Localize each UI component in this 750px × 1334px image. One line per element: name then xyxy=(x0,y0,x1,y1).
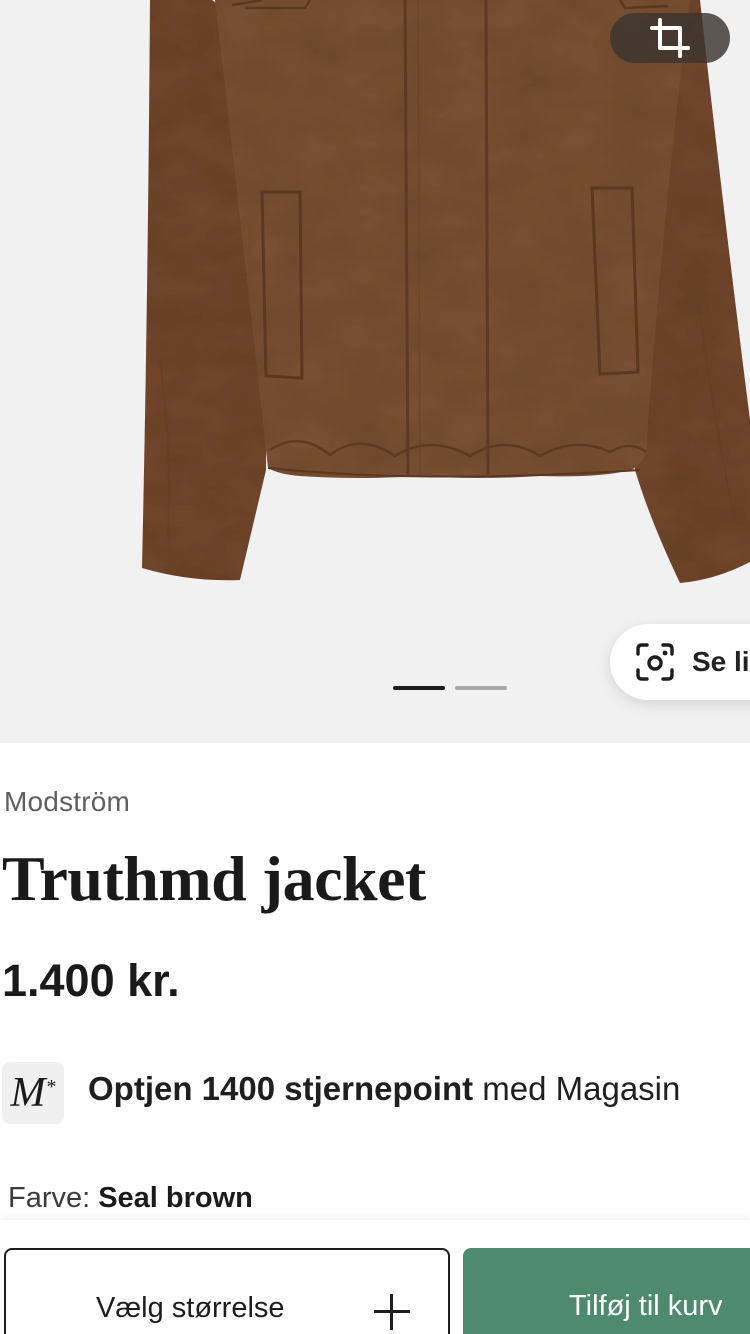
carousel-indicator[interactable] xyxy=(393,686,507,690)
loyalty-program-text: med Magasin xyxy=(473,1070,681,1107)
magasin-logo: M * xyxy=(2,1062,64,1124)
crop-button[interactable] xyxy=(610,13,730,63)
bottom-action-bar: Vælg størrelse Tilføj til kurv xyxy=(0,1220,750,1334)
plus-icon xyxy=(374,1294,410,1330)
color-info: Farve: Seal brown xyxy=(8,1182,253,1215)
magasin-logo-star: * xyxy=(46,1075,57,1098)
product-page: Se li Modström Truthmd jacket 1.400 kr. … xyxy=(0,0,750,1334)
magasin-logo-letter: M xyxy=(10,1070,46,1116)
product-title: Truthmd jacket xyxy=(2,843,426,914)
select-size-button[interactable]: Vælg størrelse xyxy=(4,1248,450,1334)
crop-icon xyxy=(650,18,690,58)
product-image-gallery[interactable]: Se li xyxy=(0,0,750,743)
carousel-dot-2[interactable] xyxy=(455,686,507,690)
brand-name[interactable]: Modström xyxy=(4,786,130,818)
visual-search-icon xyxy=(636,643,674,681)
color-value: Seal brown xyxy=(98,1182,253,1214)
loyalty-points-text: Optjen 1400 stjernepoint xyxy=(88,1070,474,1107)
select-size-label: Vælg størrelse xyxy=(96,1292,285,1324)
add-to-cart-button[interactable]: Tilføj til kurv xyxy=(463,1248,750,1334)
color-label: Farve: xyxy=(8,1182,91,1214)
add-to-cart-label: Tilføj til kurv xyxy=(569,1290,723,1322)
loyalty-text: Optjen 1400 stjernepoint med Magasin xyxy=(88,1070,680,1108)
visual-search-button[interactable]: Se li xyxy=(610,624,750,700)
loyalty-banner[interactable]: M * Optjen 1400 stjernepoint med Magasin xyxy=(2,1062,750,1126)
product-price: 1.400 kr. xyxy=(2,955,180,1006)
carousel-dot-1[interactable] xyxy=(393,686,445,690)
visual-search-label: Se li xyxy=(692,646,750,677)
